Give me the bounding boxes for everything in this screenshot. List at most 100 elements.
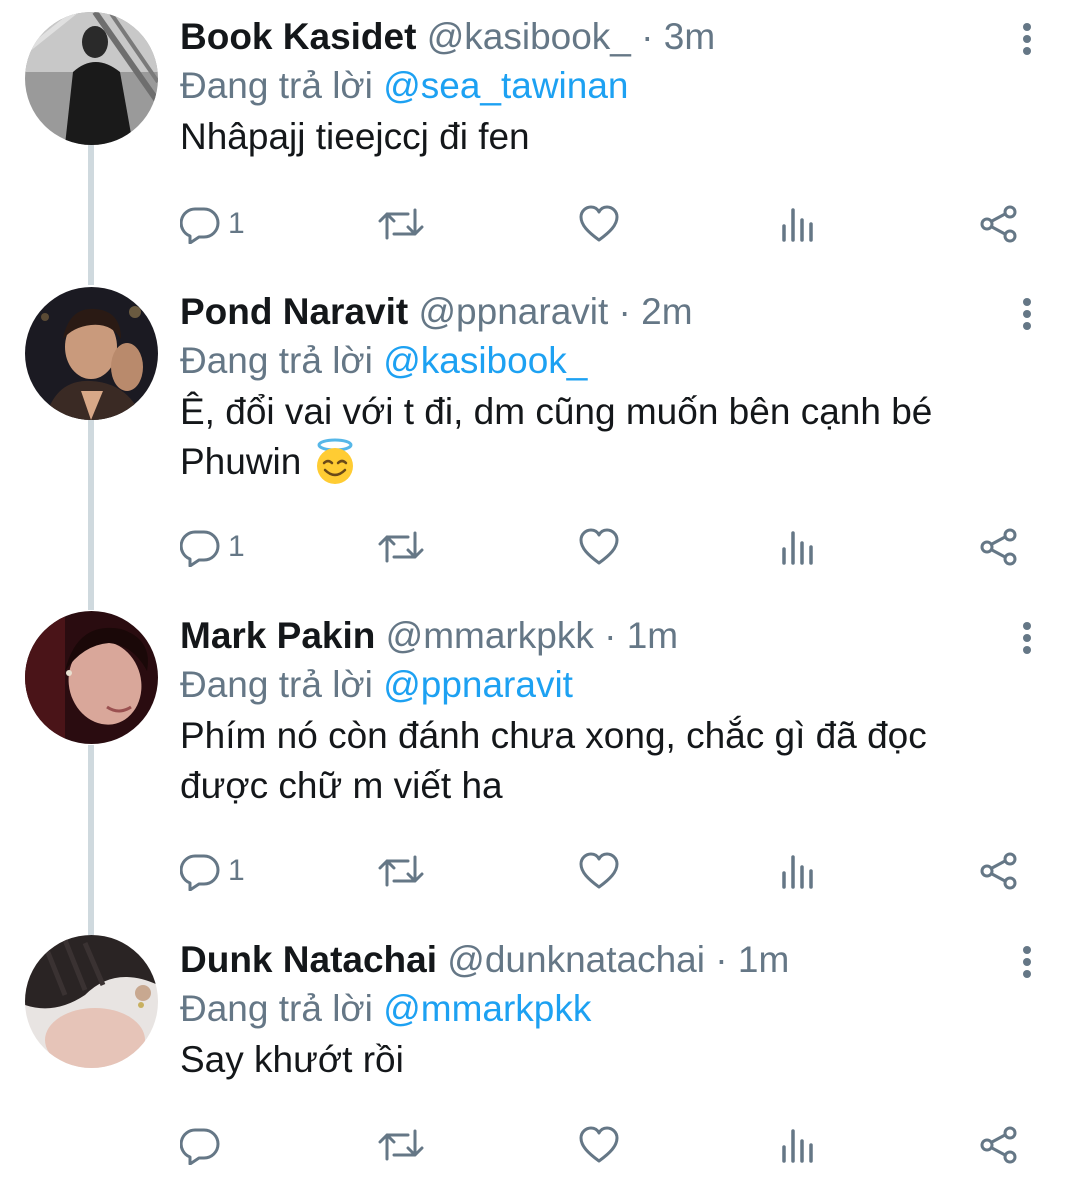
like-icon xyxy=(579,1126,619,1163)
share-icon xyxy=(980,1126,1017,1164)
separator: · xyxy=(593,615,627,656)
more-icon[interactable] xyxy=(1012,20,1042,62)
tweet-text-line-2: Phuwin xyxy=(180,437,1040,487)
display-name[interactable]: Book Kasidet xyxy=(180,16,416,57)
separator: · xyxy=(608,291,642,332)
reply-button[interactable] xyxy=(180,1115,228,1175)
replying-prefix: Đang trả lời xyxy=(180,340,373,381)
reply-icon xyxy=(180,1128,220,1165)
more-icon[interactable] xyxy=(1012,943,1042,985)
retweet-button[interactable] xyxy=(378,517,424,577)
retweet-button[interactable] xyxy=(378,841,424,901)
retweet-button[interactable] xyxy=(378,194,424,254)
tweet-text: Ê, đổi vai với t đi, dm cũng muốn bên cạ… xyxy=(180,387,1040,487)
timestamp[interactable]: 2m xyxy=(641,291,692,332)
smiling-face-with-halo-icon xyxy=(317,438,354,484)
share-icon xyxy=(980,205,1017,243)
replying-to: Đang trả lời @kasibook_ xyxy=(180,336,587,386)
tweet[interactable]: Dunk Natachai @dunknatachai · 1m Đang tr… xyxy=(0,935,1080,1175)
replying-prefix: Đang trả lời xyxy=(180,664,373,705)
reply-count: 1 xyxy=(228,530,245,563)
display-name[interactable]: Pond Naravit xyxy=(180,291,408,332)
share-icon xyxy=(980,852,1017,890)
reply-button[interactable]: 1 xyxy=(180,194,245,254)
avatar[interactable] xyxy=(25,935,158,1068)
replying-to: Đang trả lời @sea_tawinan xyxy=(180,61,629,111)
separator: · xyxy=(630,16,664,57)
display-name[interactable]: Mark Pakin xyxy=(180,615,375,656)
replying-to: Đang trả lời @mmarkpkk xyxy=(180,984,591,1034)
retweet-button[interactable] xyxy=(378,1115,424,1175)
more-icon[interactable] xyxy=(1012,619,1042,661)
share-button[interactable] xyxy=(978,194,1020,254)
handle[interactable]: @dunknatachai xyxy=(447,939,705,980)
timestamp[interactable]: 3m xyxy=(664,16,715,57)
replying-prefix: Đang trả lời xyxy=(180,988,373,1029)
tweet-header: Dunk Natachai @dunknatachai · 1m xyxy=(180,935,789,985)
like-icon xyxy=(579,528,619,565)
analytics-icon xyxy=(782,855,813,889)
handle[interactable]: @kasibook_ xyxy=(427,16,631,57)
analytics-button[interactable] xyxy=(780,1115,816,1175)
like-button[interactable] xyxy=(578,194,620,254)
retweet-icon xyxy=(378,1129,424,1161)
tweet[interactable]: Pond Naravit @ppnaravit · 2m Đang trả lờ… xyxy=(0,287,1080,597)
share-button[interactable] xyxy=(978,517,1020,577)
tweet-header: Pond Naravit @ppnaravit · 2m xyxy=(180,287,693,337)
display-name[interactable]: Dunk Natachai xyxy=(180,939,437,980)
timestamp[interactable]: 1m xyxy=(738,939,789,980)
avatar[interactable] xyxy=(25,287,158,420)
tweet[interactable]: Book Kasidet @kasibook_ · 3m Đang trả lờ… xyxy=(0,12,1080,282)
avatar[interactable] xyxy=(25,12,158,145)
tweet[interactable]: Mark Pakin @mmarkpkk · 1m Đang trả lời @… xyxy=(0,611,1080,921)
reply-icon xyxy=(180,207,220,244)
mention-link[interactable]: @sea_tawinan xyxy=(383,65,628,106)
reply-thread: Book Kasidet @kasibook_ · 3m Đang trả lờ… xyxy=(0,0,1080,1180)
reply-button[interactable]: 1 xyxy=(180,517,245,577)
replying-to: Đang trả lời @ppnaravit xyxy=(180,660,573,710)
action-bar: 1 xyxy=(160,194,1060,254)
handle[interactable]: @ppnaravit xyxy=(419,291,609,332)
like-icon xyxy=(579,205,619,242)
action-bar: 1 xyxy=(160,517,1060,577)
analytics-icon xyxy=(782,531,813,565)
analytics-button[interactable] xyxy=(780,194,816,254)
action-bar xyxy=(160,1115,1060,1175)
reply-icon xyxy=(180,530,220,567)
share-button[interactable] xyxy=(978,841,1020,901)
mention-link[interactable]: @mmarkpkk xyxy=(383,988,591,1029)
action-bar: 1 xyxy=(160,841,1060,901)
retweet-icon xyxy=(378,531,424,563)
mention-link[interactable]: @kasibook_ xyxy=(383,340,587,381)
tweet-text: Nhâpajj tieejccj đi fen xyxy=(180,116,530,157)
mention-link[interactable]: @ppnaravit xyxy=(383,664,573,705)
like-icon xyxy=(579,852,619,889)
tweet-text: Phím nó còn đánh chưa xong, chắc gì đã đ… xyxy=(180,711,1040,811)
retweet-icon xyxy=(378,855,424,887)
more-icon[interactable] xyxy=(1012,295,1042,337)
reply-icon xyxy=(180,854,220,891)
share-icon xyxy=(980,528,1017,566)
analytics-button[interactable] xyxy=(780,841,816,901)
like-button[interactable] xyxy=(578,1115,620,1175)
handle[interactable]: @mmarkpkk xyxy=(386,615,594,656)
reply-count: 1 xyxy=(228,854,245,887)
like-button[interactable] xyxy=(578,517,620,577)
like-button[interactable] xyxy=(578,841,620,901)
tweet-header: Book Kasidet @kasibook_ · 3m xyxy=(180,12,715,62)
share-button[interactable] xyxy=(978,1115,1020,1175)
tweet-text-line: được chữ m viết ha xyxy=(180,765,503,806)
replying-prefix: Đang trả lời xyxy=(180,65,373,106)
avatar[interactable] xyxy=(25,611,158,744)
analytics-icon xyxy=(782,208,813,242)
tweet-text-line: Ê, đổi vai với t đi, dm cũng muốn bên cạ… xyxy=(180,391,933,432)
reply-button[interactable]: 1 xyxy=(180,841,245,901)
reply-count: 1 xyxy=(228,207,245,240)
separator: · xyxy=(704,939,738,980)
retweet-icon xyxy=(378,208,424,240)
tweet-text-line: Phuwin xyxy=(180,441,302,482)
timestamp[interactable]: 1m xyxy=(627,615,678,656)
tweet-text: Say khướt rồi xyxy=(180,1039,404,1080)
analytics-button[interactable] xyxy=(780,517,816,577)
tweet-header: Mark Pakin @mmarkpkk · 1m xyxy=(180,611,678,661)
